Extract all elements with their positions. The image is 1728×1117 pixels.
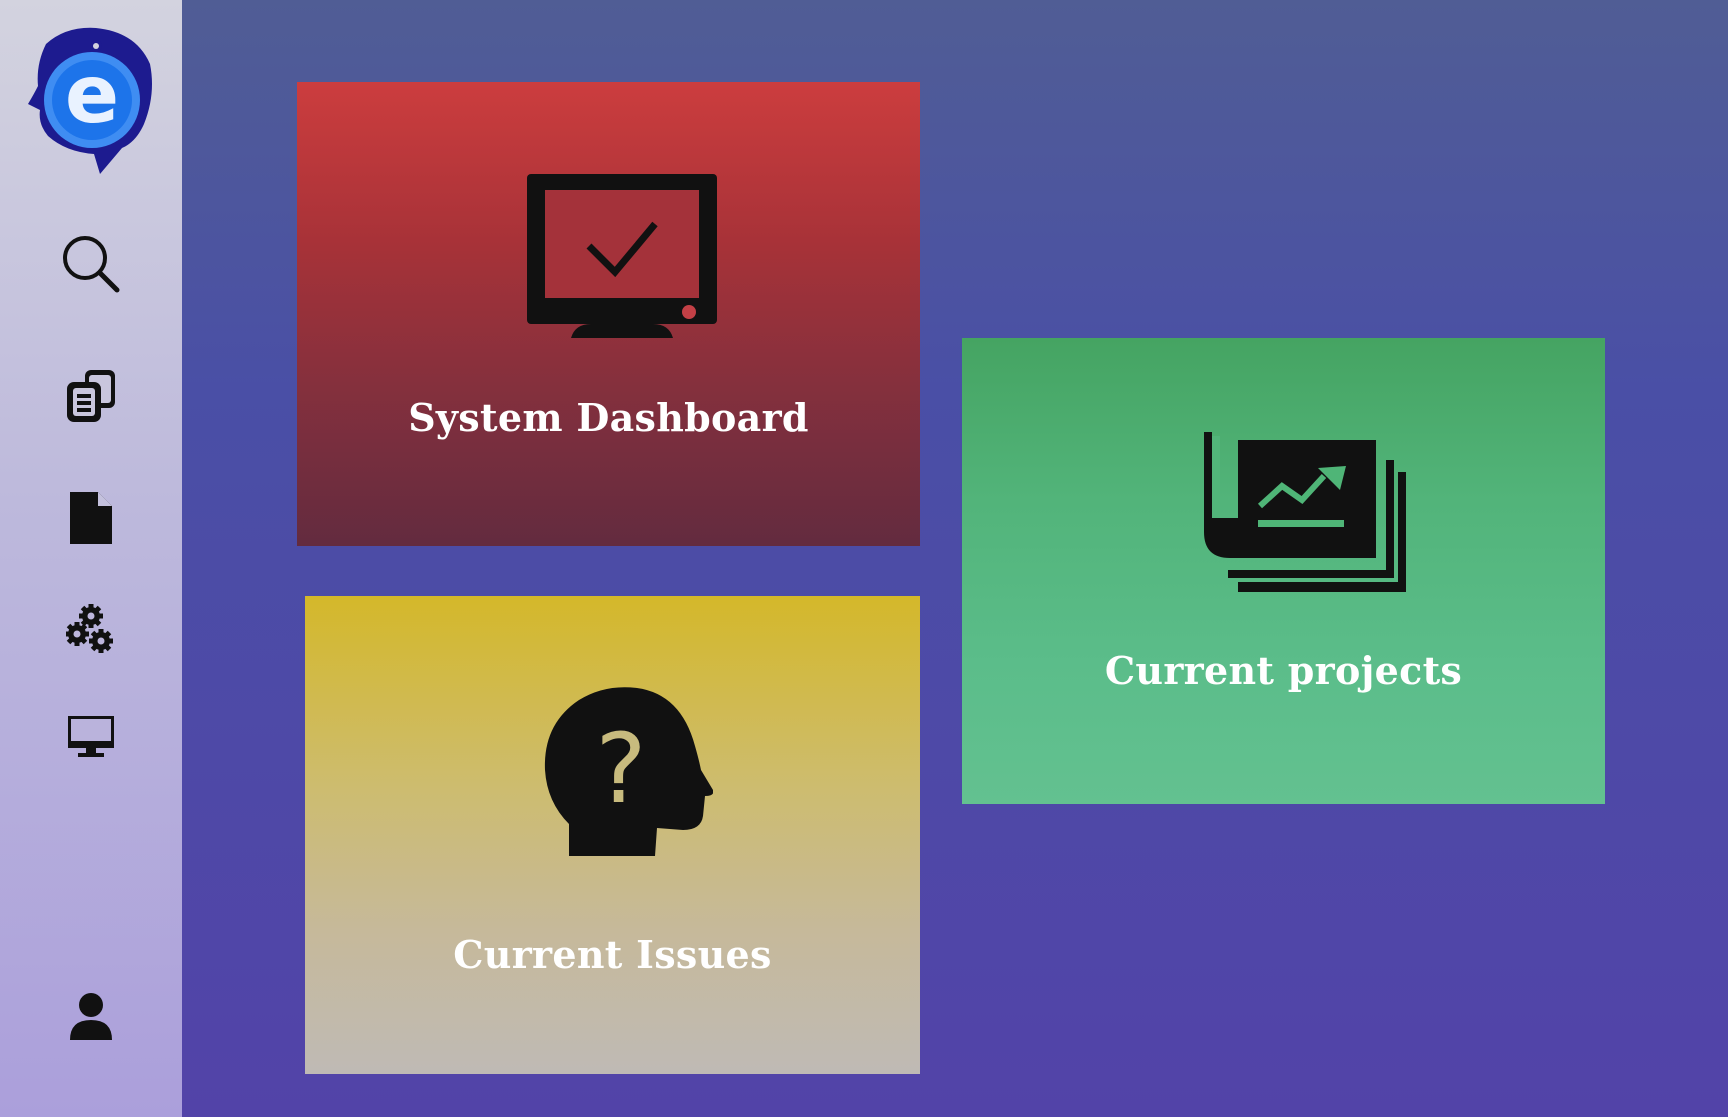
search-icon	[63, 236, 120, 293]
question-mark: ?	[596, 713, 647, 825]
monitor-icon	[68, 716, 114, 757]
monitor-check-icon	[527, 174, 717, 338]
tile-label: System Dashboard	[408, 395, 809, 440]
gears-icon	[66, 604, 113, 653]
tile-label: Current Issues	[453, 932, 772, 977]
copy-documents-icon	[67, 370, 115, 422]
tile-system-dashboard[interactable]: System Dashboard	[297, 82, 920, 546]
document-icon	[70, 492, 112, 544]
sidebar-item-document[interactable]	[70, 492, 112, 544]
tile-current-issues[interactable]: ? Current Issues	[305, 596, 920, 1074]
sidebar-item-copy-documents[interactable]	[63, 368, 119, 424]
sidebar-item-monitor[interactable]	[66, 714, 116, 758]
user-icon	[70, 993, 112, 1040]
sidebar-item-search[interactable]	[59, 232, 123, 296]
chart-stack-icon	[1204, 432, 1406, 592]
sidebar-item-settings[interactable]	[66, 604, 116, 654]
tile-current-projects[interactable]: Current projects	[962, 338, 1605, 804]
logo[interactable]: e	[26, 24, 158, 174]
sidebar-item-user[interactable]	[68, 992, 114, 1040]
tile-label: Current projects	[1104, 648, 1463, 693]
logo-e-icon: e	[28, 27, 152, 174]
head-question-icon: ?	[544, 687, 713, 856]
sidebar: e	[0, 0, 182, 1117]
logo-letter: e	[65, 48, 119, 141]
